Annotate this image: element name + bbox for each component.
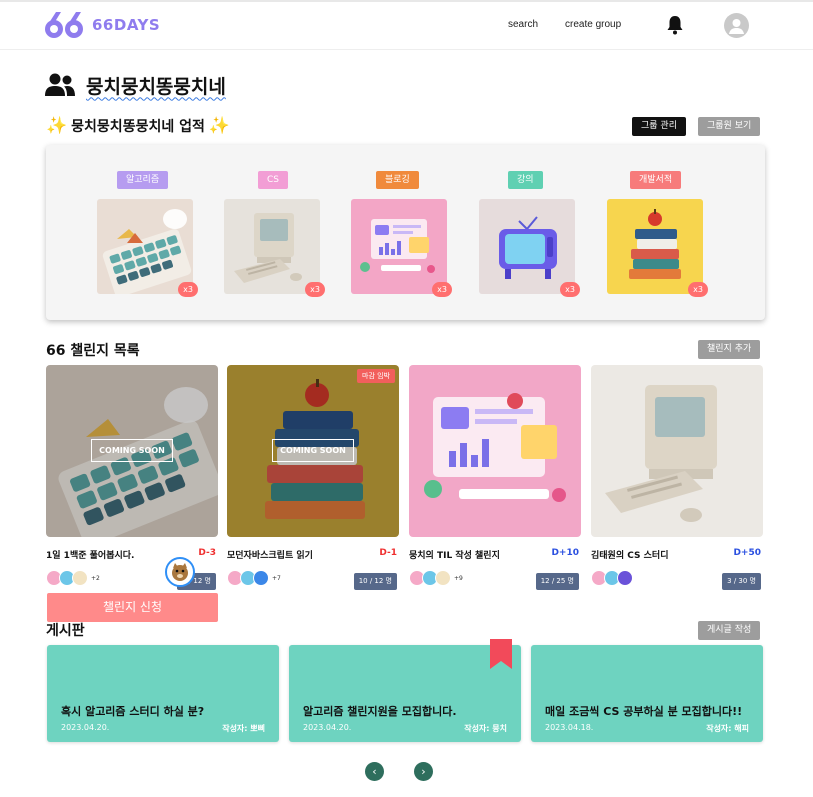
group-members-button[interactable]: 그룹원 보기	[698, 117, 761, 136]
post-author: 작성자: 뭉치	[464, 724, 507, 733]
top-navbar: 66DAYS search create group	[0, 0, 813, 50]
logo-text: 66DAYS	[92, 16, 161, 34]
post-title: 매일 조금씩 CS 공부하실 분 모집합니다!!	[545, 705, 743, 718]
achievement-count-badge: x3	[688, 282, 708, 297]
achievement-tag: CS	[258, 171, 288, 189]
challenge-card[interactable]: 김태원의 CS 스터디 D+50 3 / 30 명	[591, 365, 763, 590]
participant-avatars: +9	[409, 570, 463, 586]
participant-more-count: +7	[272, 574, 281, 582]
post-title: 혹시 알고리즘 스터디 하실 분?	[61, 705, 205, 718]
challenge-card[interactable]: COMING SOON 1일 1백준 풀어봅시다. D-3 +2 2 / 12 …	[46, 365, 218, 590]
achievement-count-badge: x3	[178, 282, 198, 297]
achievement-tag: 블로깅	[376, 171, 419, 189]
avatar-silhouette-icon	[729, 19, 744, 34]
logo[interactable]: 66DAYS	[44, 10, 160, 40]
achievements-heading-text: 뭉치뭉치똥뭉치네 업적	[71, 119, 205, 135]
challenge-image: COMING SOON 마감 임박	[227, 365, 399, 537]
add-challenge-button[interactable]: 챌린지 추가	[698, 340, 761, 359]
apply-challenge-button[interactable]: 챌린지 신청	[47, 593, 218, 622]
challenge-dday: D+50	[733, 548, 761, 558]
deadline-soon-badge: 마감 임박	[357, 369, 395, 383]
post-card[interactable]: 매일 조금씩 CS 공부하실 분 모집합니다!! 2023.04.18. 작성자…	[531, 645, 763, 742]
achievement-count-badge: x3	[560, 282, 580, 297]
challenge-image	[409, 365, 581, 537]
hover-user-avatar	[165, 557, 195, 587]
group-manage-button[interactable]: 그룹 관리	[632, 117, 686, 136]
participant-avatars: +7	[227, 570, 281, 586]
challenge-list-title: 66 챌린지 목록	[46, 343, 140, 359]
coming-soon-label: COMING SOON	[91, 439, 173, 462]
post-author: 작성자: 해피	[706, 724, 749, 733]
challenge-name: 1일 1백준 풀어봅시다.	[46, 551, 135, 561]
challenge-image: COMING SOON	[46, 365, 218, 537]
participant-count-badge: 3 / 30 명	[722, 573, 761, 590]
achievement-tag: 강의	[508, 171, 543, 189]
challenge-name: 뭉치의 TIL 작성 챌린지	[409, 551, 500, 561]
group-name: 뭉치뭉치똥뭉치네	[86, 75, 226, 98]
participant-avatars	[591, 570, 633, 586]
challenge-card[interactable]: 뭉치의 TIL 작성 챌린지 D+10 +9 12 / 25 명	[409, 365, 581, 590]
top-border	[0, 0, 813, 2]
challenge-name: 모던자바스크립트 읽기	[227, 551, 313, 561]
challenge-card[interactable]: COMING SOON 마감 임박 모던자바스크립트 읽기 D-1 +7 10 …	[227, 365, 399, 590]
sparkle-icon: ✨	[46, 116, 68, 136]
post-date: 2023.04.20.	[61, 723, 110, 732]
blog-dashboard-image	[351, 199, 447, 294]
bookmark-icon[interactable]	[490, 639, 512, 669]
post-card[interactable]: 알고리즘 챌린지원을 모집합니다. 2023.04.20. 작성자: 뭉치	[289, 639, 521, 742]
challenge-name: 김태원의 CS 스터디	[591, 551, 669, 561]
computer-image	[224, 199, 320, 294]
participant-count-badge: 10 / 12 명	[353, 573, 397, 590]
tv-image	[479, 199, 575, 294]
participant-count-badge: 12 / 25 명	[535, 573, 579, 590]
keyboard-image	[97, 199, 193, 294]
logo-66-icon	[45, 12, 83, 38]
post-title: 알고리즘 챌린지원을 모집합니다.	[303, 705, 457, 718]
challenge-dday: D-1	[379, 548, 397, 558]
write-post-button[interactable]: 게시글 작성	[698, 621, 761, 640]
achievements-panel: 알고리즘 x3 CS x3 블로깅 x3 강의 x3 개발서적 x3	[46, 145, 765, 320]
participant-avatars: +2	[46, 570, 100, 586]
books-image	[607, 199, 703, 294]
participant-avatar	[253, 570, 269, 586]
achievement-tag: 알고리즘	[117, 171, 169, 189]
achievement-count-badge: x3	[432, 282, 452, 297]
participant-more-count: +2	[91, 574, 100, 582]
participant-more-count: +9	[454, 574, 463, 582]
post-date: 2023.04.20.	[303, 723, 352, 732]
nav-create-group-link[interactable]: create group	[565, 19, 621, 30]
pagination-prev-button[interactable]: ‹	[365, 762, 384, 781]
participant-avatar	[435, 570, 451, 586]
achievement-tag: 개발서적	[630, 171, 682, 189]
bell-icon[interactable]	[666, 15, 684, 35]
achievement-count-badge: x3	[305, 282, 325, 297]
group-people-icon	[45, 73, 75, 96]
board-title: 게시판	[46, 623, 85, 639]
challenge-dday: D+10	[551, 548, 579, 558]
nav-search-link[interactable]: search	[508, 19, 538, 30]
post-date: 2023.04.18.	[545, 723, 594, 732]
achievements-heading: ✨ 뭉치뭉치똥뭉치네 업적 ✨	[46, 116, 230, 136]
challenge-image	[591, 365, 763, 537]
participant-avatar	[72, 570, 88, 586]
participant-avatar	[617, 570, 633, 586]
group-title-row: 뭉치뭉치똥뭉치네	[45, 70, 226, 100]
pagination-next-button[interactable]: ›	[414, 762, 433, 781]
post-author: 작성자: 뽀삐	[222, 724, 265, 733]
challenge-dday: D-3	[198, 548, 216, 558]
user-avatar-icon[interactable]	[724, 13, 749, 38]
post-card[interactable]: 혹시 알고리즘 스터디 하실 분? 2023.04.20. 작성자: 뽀삐	[47, 645, 279, 742]
coming-soon-label: COMING SOON	[272, 439, 354, 462]
sparkle-icon: ✨	[208, 116, 231, 136]
